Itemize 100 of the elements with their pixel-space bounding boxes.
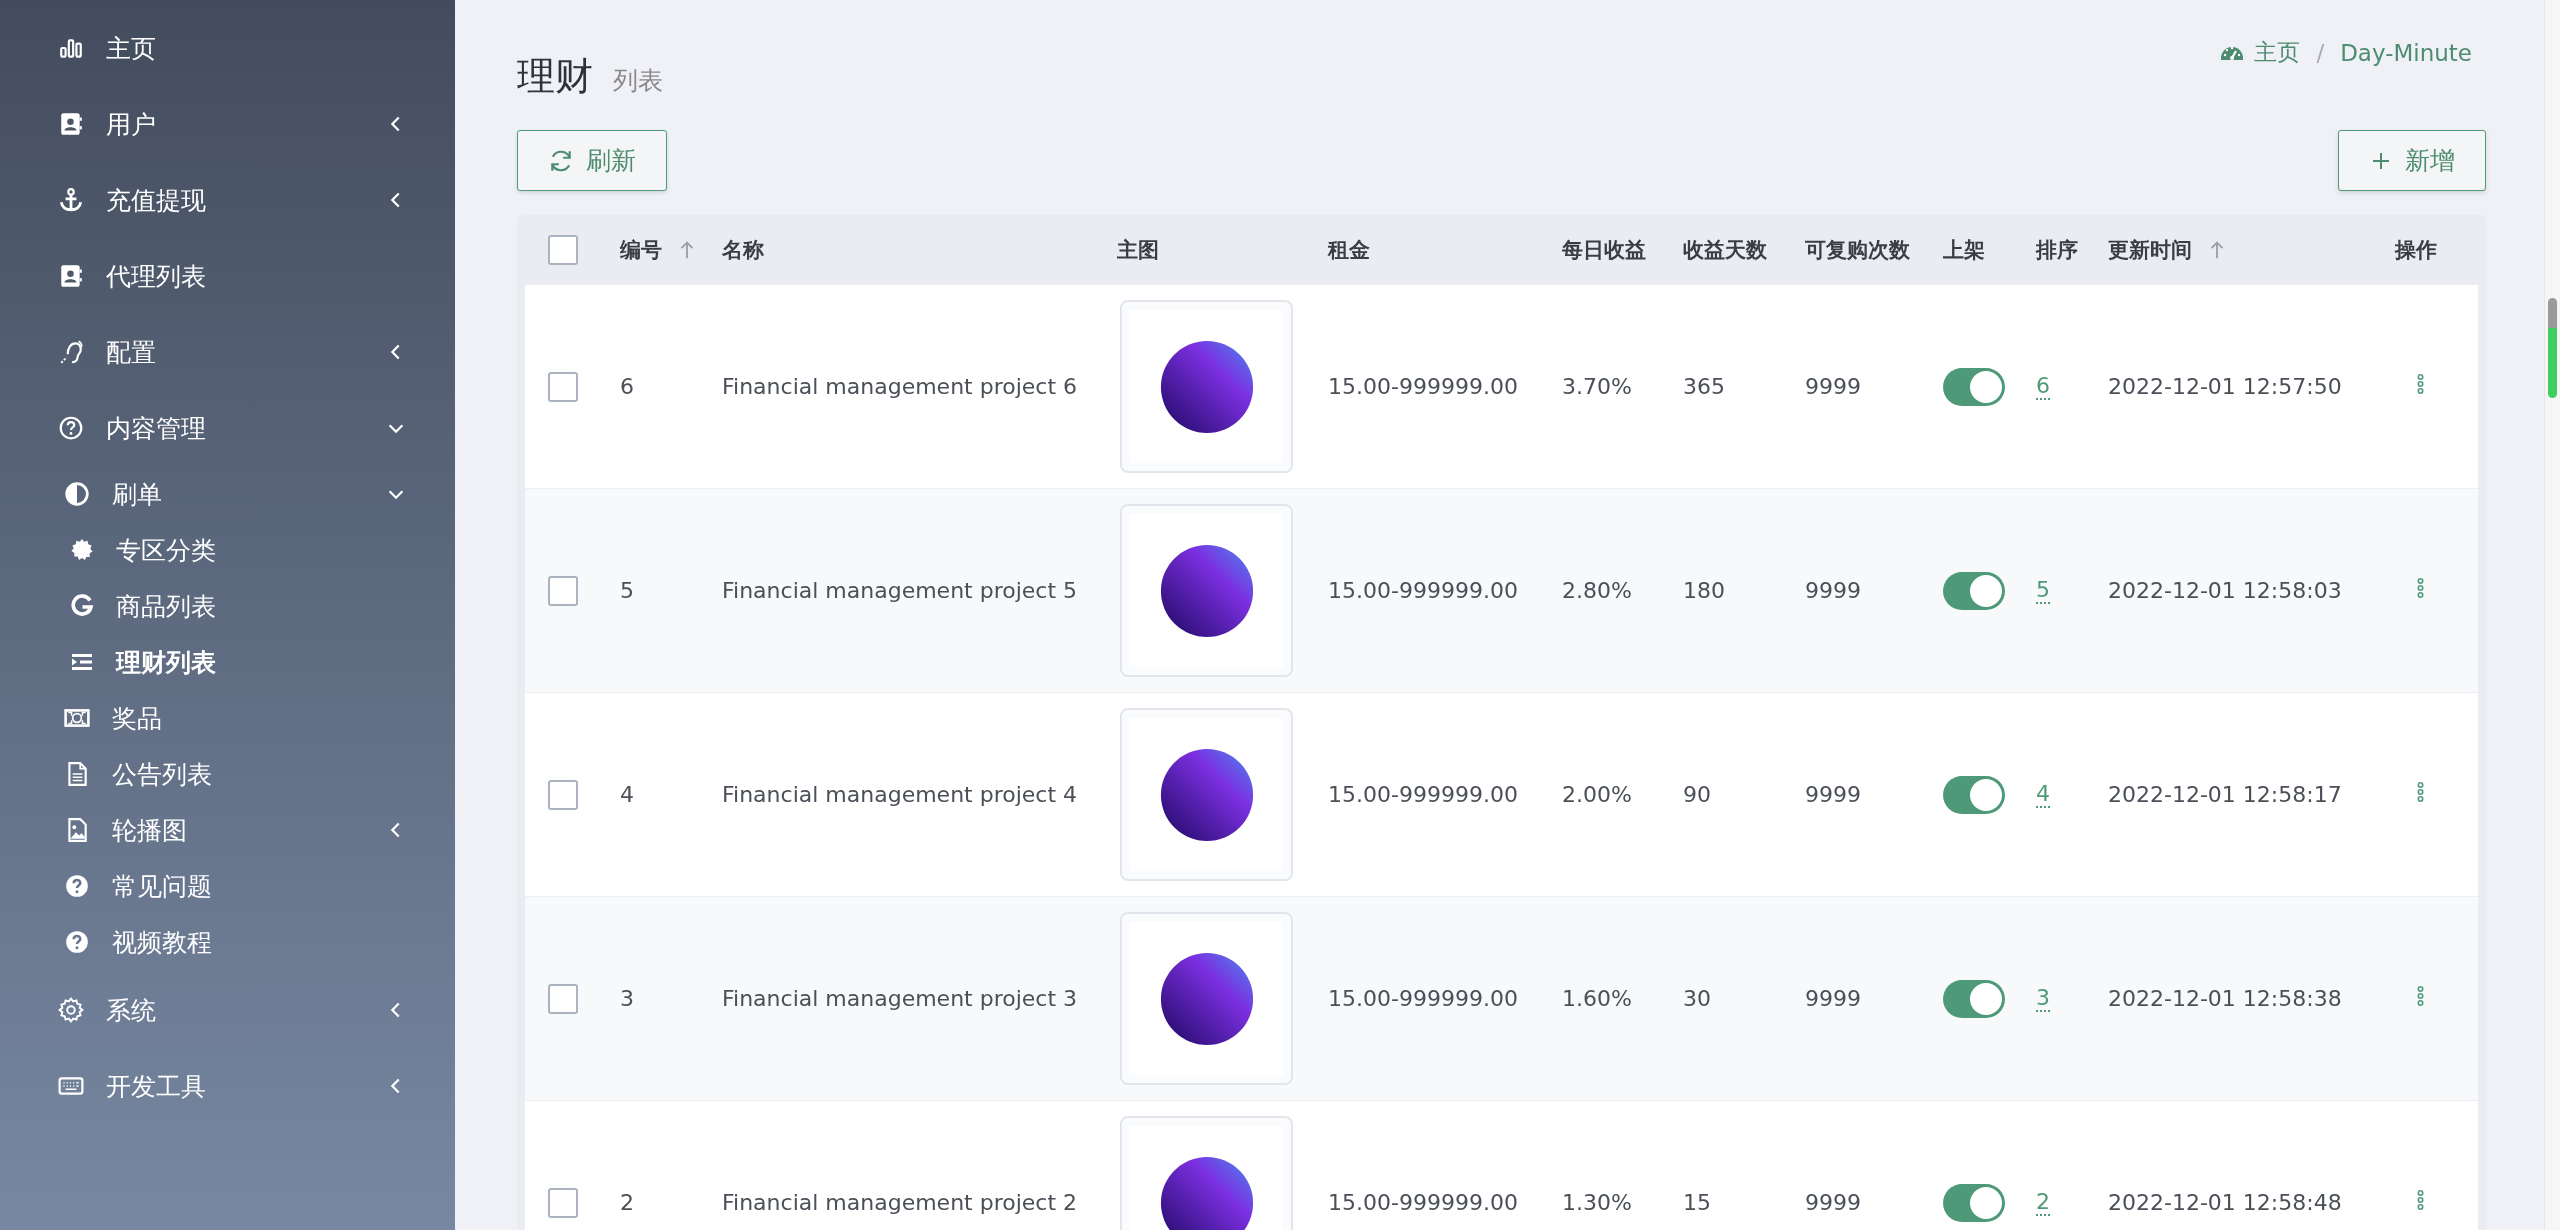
table-cell: Financial management project 6 [722, 374, 1078, 399]
table-cell: 2022-12-01 12:57:50 [2108, 374, 2342, 399]
sidebar-item[interactable]: 用户 [0, 86, 455, 162]
badge-icon [70, 538, 94, 562]
toggle-switch[interactable] [1943, 1183, 2005, 1222]
select-all-checkbox[interactable] [548, 235, 578, 265]
breadcrumb-separator: / [2316, 39, 2325, 66]
logo-circle-icon [1158, 746, 1255, 843]
sidebar-item[interactable]: 配置 [0, 314, 455, 390]
table-cell: 15.00-999999.00 [1328, 578, 1518, 603]
table-cell: Financial management project 3 [722, 986, 1078, 1011]
row-checkbox[interactable] [548, 779, 578, 810]
sort-order-link[interactable]: 3 [2036, 985, 2050, 1013]
sidebar-item[interactable]: 内容管理 [0, 390, 455, 466]
question-circle-icon [64, 929, 90, 955]
question-circle-icon [64, 873, 90, 899]
table-cell: 1.60% [1562, 986, 1632, 1011]
table-cell: 3 [620, 986, 634, 1011]
settings-icon [58, 997, 84, 1023]
toggle-switch[interactable] [1943, 571, 2005, 610]
table-cell: 5 [620, 578, 634, 603]
table-cell: Financial management project 5 [722, 578, 1078, 603]
more-icon[interactable] [2417, 578, 2424, 598]
row-checkbox[interactable] [548, 983, 578, 1014]
table-cell: 365 [1683, 374, 1725, 399]
add-button[interactable]: 新增 [2338, 130, 2486, 191]
sidebar-item[interactable]: 刷单 [0, 466, 455, 522]
table-cell: 2022-12-01 12:58:38 [2108, 986, 2342, 1011]
table-cell: 180 [1683, 578, 1725, 603]
sort-order-link[interactable]: 4 [2036, 781, 2050, 809]
more-icon[interactable] [2417, 1190, 2424, 1210]
row-checkbox[interactable] [548, 1187, 578, 1218]
sort-order-link[interactable]: 5 [2036, 577, 2050, 605]
refresh-button[interactable]: 刷新 [517, 130, 667, 191]
table-cell: 2022-12-01 12:58:03 [2108, 578, 2342, 603]
table-cell: 15 [1683, 1190, 1711, 1215]
question-circle-icon [58, 415, 84, 441]
sidebar-item[interactable]: 理财列表 [0, 634, 455, 690]
column-header: 上架 [1943, 237, 1985, 264]
table-cell: 2022-12-01 12:58:48 [2108, 1190, 2342, 1215]
page-subtitle: 列表 [613, 66, 663, 96]
sidebar-item[interactable]: 奖品 [0, 690, 455, 746]
table-cell: 30 [1683, 986, 1711, 1011]
table-cell: 9999 [1805, 374, 1861, 399]
row-checkbox[interactable] [548, 575, 578, 606]
table-cell: 2 [620, 1190, 634, 1215]
contact-card-icon [58, 263, 84, 289]
table-cell: 15.00-999999.00 [1328, 374, 1518, 399]
table-cell: 9999 [1805, 578, 1861, 603]
toggle-switch[interactable] [1943, 775, 2005, 814]
sidebar-item[interactable]: 常见问题 [0, 858, 455, 914]
table-cell: 2022-12-01 12:58:17 [2108, 782, 2342, 807]
table-cell: 4 [620, 782, 634, 807]
column-header: 排序 [2036, 237, 2078, 264]
table-cell: 9999 [1805, 782, 1861, 807]
toggle-switch[interactable] [1943, 367, 2005, 406]
breadcrumb-current: Day-Minute [2340, 39, 2472, 66]
logo-circle-icon [1158, 338, 1255, 435]
more-icon[interactable] [2417, 986, 2424, 1006]
table-cell: Financial management project 2 [722, 1190, 1078, 1215]
sidebar-item[interactable]: 充值提现 [0, 162, 455, 238]
sidebar-item[interactable]: 代理列表 [0, 238, 455, 314]
table-cell: 15.00-999999.00 [1328, 782, 1518, 807]
half-circle-icon [64, 481, 90, 507]
column-header: 每日收益 [1562, 237, 1646, 264]
logo-circle-icon [1158, 542, 1255, 639]
breadcrumb-link[interactable]: 主页 [2254, 37, 2301, 68]
g-shape-icon [70, 594, 94, 618]
table-cell: 9999 [1805, 986, 1861, 1011]
sidebar-item[interactable]: 商品列表 [0, 578, 455, 634]
more-icon[interactable] [2417, 374, 2424, 394]
contact-card-icon [58, 111, 84, 137]
sidebar-item[interactable]: 视频教程 [0, 914, 455, 970]
table-cell: 6 [620, 374, 634, 399]
table-cell: 2.00% [1562, 782, 1632, 807]
column-header: 操作 [2395, 237, 2437, 264]
table-cell: 2.80% [1562, 578, 1632, 603]
column-header[interactable]: 更新时间 [2108, 236, 2192, 264]
table-cell: Financial management project 4 [722, 782, 1078, 807]
table-cell: 15.00-999999.00 [1328, 1190, 1518, 1215]
column-header[interactable]: 编号 [620, 236, 662, 264]
sort-order-link[interactable]: 6 [2036, 373, 2050, 401]
column-header: 主图 [1117, 237, 1159, 264]
sidebar-item[interactable]: 系统 [0, 972, 455, 1048]
toggle-switch[interactable] [1943, 979, 2005, 1018]
sidebar-item[interactable]: 轮播图 [0, 802, 455, 858]
sidebar-item[interactable]: 专区分类 [0, 522, 455, 578]
anchor-icon [58, 187, 84, 213]
sort-order-link[interactable]: 2 [2036, 1189, 2050, 1217]
logo-circle-icon [1158, 950, 1255, 1047]
table-cell: 1.30% [1562, 1190, 1632, 1215]
column-header: 名称 [722, 237, 764, 264]
sidebar-item[interactable]: 公告列表 [0, 746, 455, 802]
table-cell: 9999 [1805, 1190, 1861, 1215]
column-header: 收益天数 [1683, 237, 1767, 264]
scrollbar-thumb[interactable] [2548, 298, 2557, 398]
more-icon[interactable] [2417, 782, 2424, 802]
sidebar-item[interactable]: 开发工具 [0, 1048, 455, 1124]
row-checkbox[interactable] [548, 371, 578, 402]
sidebar-item[interactable]: 主页 [0, 10, 455, 86]
